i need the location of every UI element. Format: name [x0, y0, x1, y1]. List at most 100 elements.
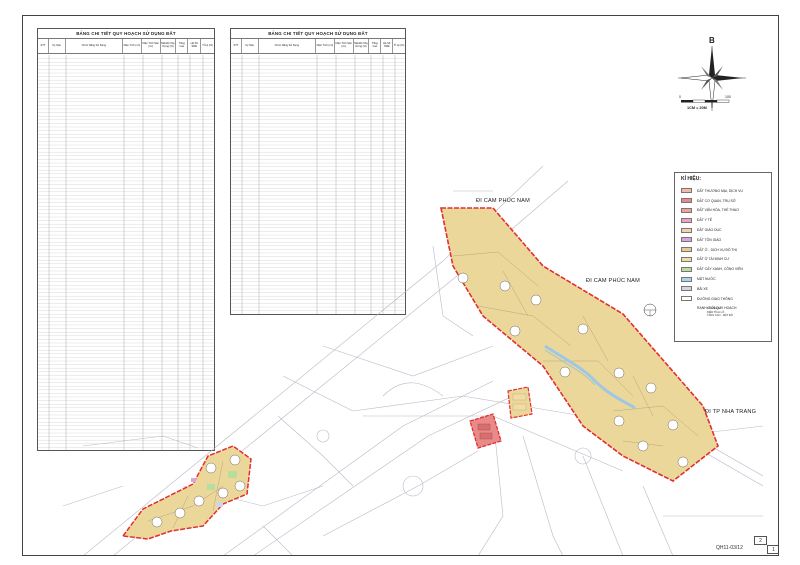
- scale-bar: [681, 99, 730, 103]
- road-line: [382, 382, 444, 397]
- zone-southwest: [121, 445, 252, 540]
- scale-segment: [716, 99, 730, 103]
- legend-item-office: ĐẤT CƠ QUAN, TRỤ SỞ: [675, 196, 771, 206]
- legend-label: ĐẤT TÔN GIÁO: [697, 237, 722, 242]
- road-line: [82, 435, 199, 449]
- legend-label: ĐẤT GIÁO DỤC: [697, 228, 722, 233]
- legend-swatch: [681, 266, 692, 272]
- road-line: [352, 395, 584, 417]
- scale-end: 100: [725, 95, 731, 99]
- road-line: [262, 525, 293, 555]
- lot-marker: [151, 516, 163, 528]
- legend-item-urban-residential: ĐẤT Ở - DỊCH VỤ ĐÔ THỊ: [675, 245, 771, 255]
- lot-block: [479, 432, 493, 440]
- lot-park: [207, 484, 215, 490]
- legend-label: ĐẤT CÂY XANH, CÔNG VIÊN: [697, 267, 743, 272]
- compass-point-south: [708, 77, 716, 109]
- legend-label: ĐẤT CƠ QUAN, TRỤ SỞ: [697, 198, 736, 203]
- legend-label: MẶT NƯỚC: [697, 277, 716, 282]
- sheet-code: QH11-03/12: [716, 545, 743, 551]
- road-line: [277, 415, 354, 487]
- map-legend: KÍ HIỆU: ĐẤT THƯƠNG MẠI, DỊCH VỤ ĐẤT CƠ …: [674, 172, 772, 342]
- lot-marker: [205, 462, 217, 474]
- lot-marker: [577, 323, 589, 335]
- road-line: [223, 380, 494, 555]
- lot-marker: [217, 487, 229, 499]
- legend-swatch: [681, 256, 692, 262]
- legend-item-education: ĐẤT GIÁO DỤC: [675, 225, 771, 235]
- compass-point-north: [709, 46, 715, 78]
- legend-swatch: [681, 296, 692, 302]
- legend-item-religious: ĐẤT TÔN GIÁO: [675, 235, 771, 245]
- legend-label: ĐẤT THƯƠNG MẠI, DỊCH VỤ: [697, 188, 743, 193]
- lot-marker: [234, 480, 246, 492]
- legend-label: BÃI XE: [697, 286, 708, 291]
- lot-marker: [667, 419, 679, 431]
- road-line: [582, 455, 623, 555]
- lot-marker: [677, 456, 689, 468]
- road-line: [322, 345, 494, 377]
- legend-label: ĐƯỜNG GIAO THÔNG: [697, 296, 733, 301]
- legend-swatch: [681, 237, 692, 243]
- legend-item-health: ĐẤT Y TẾ: [675, 215, 771, 225]
- lot-label-note: KÝ HIỆU LÔ DIỆN TÍCH LÔ TẦNG CAO - MẬT Đ…: [707, 307, 733, 318]
- legend-item-parking: BÃI XE: [675, 284, 771, 294]
- lot-marker: [457, 272, 469, 284]
- legend-swatch: [681, 247, 692, 253]
- lot-block: [512, 393, 527, 401]
- legend-swatch: [681, 276, 692, 282]
- legend-label: ĐẤT Ở - DỊCH VỤ ĐÔ THỊ: [697, 247, 737, 252]
- legend-item-water: MẶT NƯỚC: [675, 274, 771, 284]
- road-label-north-2: ĐI CAM PHÚC NAM: [586, 278, 640, 284]
- lot-marker: [193, 495, 205, 507]
- lot-marker: [229, 454, 241, 466]
- road-label-north: ĐI CAM PHÚC NAM: [476, 198, 530, 204]
- lot-marker: [174, 507, 186, 519]
- north-label: B: [709, 36, 715, 45]
- lot-marker: [645, 382, 657, 394]
- page-number-top: 2: [754, 536, 767, 545]
- legend-title: KÍ HIỆU:: [681, 176, 701, 182]
- zone-small-office: [469, 413, 502, 449]
- lot-religious: [191, 478, 196, 482]
- lot-marker: [559, 366, 571, 378]
- road-line: [282, 375, 354, 412]
- roundabout: [402, 475, 424, 497]
- road-line: [62, 485, 124, 507]
- legend-swatch: [681, 188, 692, 194]
- lot-marker: [637, 440, 649, 452]
- legend-swatch: [681, 217, 692, 223]
- legend-swatch: [681, 198, 692, 204]
- legend-label: ĐẤT VĂN HÓA, THỂ THAO: [697, 208, 739, 213]
- legend-item-resettlement: ĐẤT Ở TÁI ĐỊNH CƯ: [675, 255, 771, 265]
- road-line: [522, 435, 563, 555]
- scale-segment: [692, 99, 706, 103]
- map-sheet: BẢNG CHI TIẾT QUY HOẠCH SỬ DỤNG ĐẤT STT …: [22, 15, 779, 556]
- legend-item-culture: ĐẤT VĂN HÓA, THỂ THAO: [675, 206, 771, 216]
- legend-item-commercial: ĐẤT THƯƠNG MẠI, DỊCH VỤ: [675, 186, 771, 196]
- scale-segment: [705, 100, 717, 103]
- lot-marker: [499, 280, 511, 292]
- lot-marker: [613, 367, 625, 379]
- scale-start: 0: [679, 95, 681, 99]
- lot-parking: [216, 502, 223, 507]
- legend-swatch: [681, 227, 692, 233]
- road-line: [322, 450, 479, 537]
- lot-park: [228, 471, 237, 478]
- scale-label: 1CM = 20M: [687, 106, 707, 110]
- zone-small-east: [507, 386, 533, 419]
- page-number-bottom: 1: [767, 545, 778, 554]
- roundabout: [316, 429, 330, 443]
- legend-swatch: [681, 207, 692, 213]
- legend-label: ĐẤT Y TẾ: [697, 218, 713, 223]
- site-plan-map: B 0 100 1CM = 20M: [62, 36, 764, 555]
- legend-swatch: [681, 286, 692, 292]
- legend-label: ĐẤT Ở TÁI ĐỊNH CƯ: [697, 257, 730, 262]
- lot-marker: [509, 325, 521, 337]
- lot-block: [512, 403, 527, 411]
- lot-marker: [530, 294, 542, 306]
- lot-marker: [613, 415, 625, 427]
- road-label-east: ĐI TP NHA TRANG: [705, 409, 757, 415]
- scale-segment: [681, 100, 693, 103]
- road-line: [642, 485, 673, 555]
